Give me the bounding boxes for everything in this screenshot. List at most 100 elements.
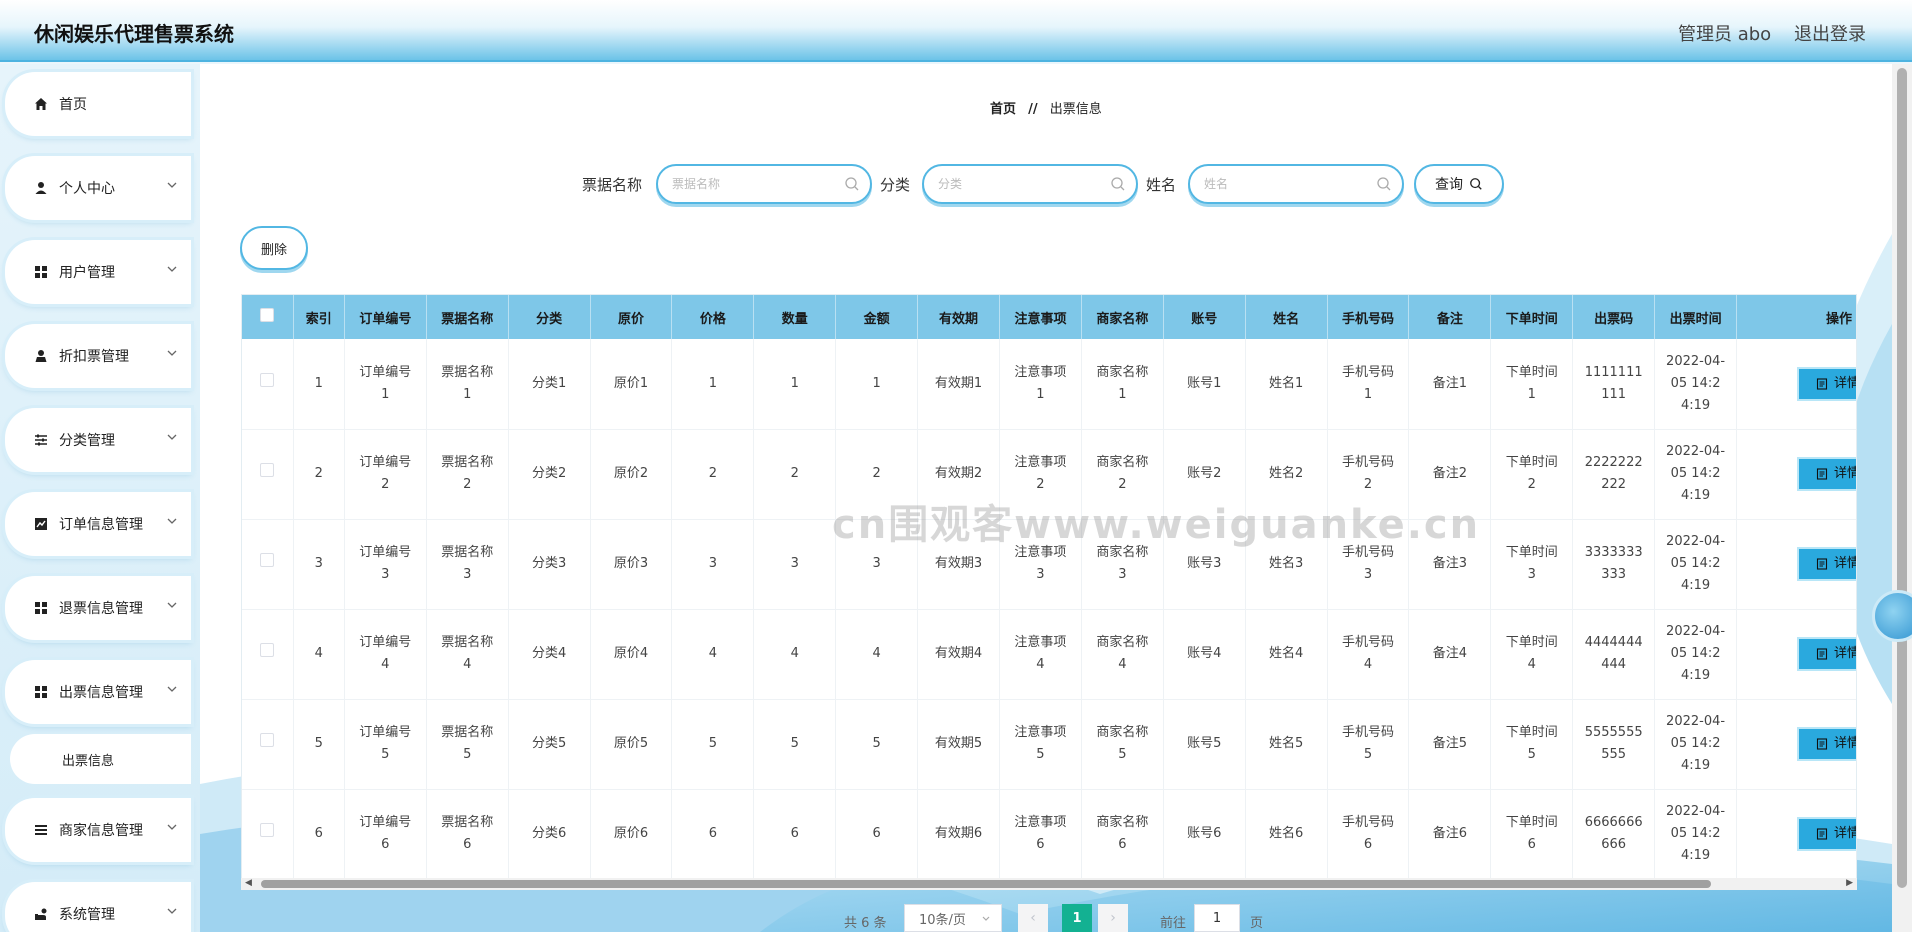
row-select-cell [242,429,294,520]
detail-button[interactable]: 详情 [1797,817,1856,851]
cell-value: 5555555555 [1584,725,1643,762]
column-header: 备注 [1408,295,1492,339]
table-cell: 3 [293,519,345,610]
page-size-select[interactable]: 10条/页 [904,904,1002,932]
document-icon [1816,468,1828,480]
cell-value: 订单编号4 [359,635,412,672]
search-icon [1377,177,1391,191]
current-page-button[interactable]: 1 [1062,904,1092,932]
ticket-name-input[interactable] [672,174,832,194]
table-cell: 姓名6 [1245,789,1328,880]
cell-value: 3 [708,556,718,571]
cell-value: 下单时间4 [1505,635,1558,672]
table-cell: 有效期2 [917,429,1000,520]
goto-page-input[interactable] [1194,904,1240,932]
cell-value: 注意事项5 [1014,725,1067,762]
grid-icon [33,600,49,616]
table-cell: 备注6 [1408,789,1492,880]
chevron-down-icon [167,350,177,356]
table-cell: 分类5 [508,699,591,790]
cell-value: 6 [872,826,881,841]
logout-link[interactable]: 退出登录 [1794,20,1866,46]
table-cell: 下单时间2 [1490,429,1574,520]
column-header: 注意事项 [999,295,1082,339]
scrollbar-thumb[interactable] [261,880,1711,888]
cell-value: 票据名称4 [441,635,494,672]
table-cell: 订单编号4 [344,609,427,700]
table-cell: 6 [753,789,837,880]
row-checkbox[interactable] [260,463,275,477]
scroll-left-icon[interactable]: ◀ [245,878,252,888]
document-icon [1816,738,1828,750]
chevron-down-icon [167,266,177,272]
table-cell: 原价1 [590,339,673,430]
scroll-right-icon[interactable]: ▶ [1846,878,1853,888]
delete-button[interactable]: 删除 [240,226,308,270]
cell-value: 分类6 [531,826,567,841]
horizontal-scrollbar[interactable]: ◀ ▶ [241,878,1857,890]
column-header: 票据名称 [426,295,509,339]
row-actions-cell: 详情 [1736,519,1856,610]
admin-label: 管理员 abo [1678,24,1772,45]
category-input[interactable] [938,174,1098,194]
name-input[interactable] [1204,174,1364,194]
detail-button[interactable]: 详情 [1797,547,1856,581]
sidebar-item-order-management[interactable]: 订单信息管理 [5,492,191,556]
detail-button[interactable]: 详情 [1797,637,1856,671]
row-checkbox[interactable] [260,372,275,387]
table-cell: 票据名称4 [426,609,509,700]
select-all-checkbox[interactable] [260,308,275,322]
detail-button[interactable]: 详情 [1797,727,1856,761]
ticket-name-search [656,164,872,204]
data-table: 索引 订单编号 票据名称 分类 原价 价格 数量 金额 有效期 注意事项 商家名… [241,294,1857,890]
cell-value: 原价4 [613,646,649,661]
sidebar-item-label: 系统管理 [59,907,115,923]
sidebar-item-category-management[interactable]: 分类管理 [5,408,191,472]
table-cell: 订单编号1 [344,339,427,430]
query-button[interactable]: 查询 [1414,164,1504,204]
name-search [1188,164,1404,204]
cell-value: 2 [872,466,881,481]
cell-value: 6 [790,826,799,841]
sidebar-item-user-management[interactable]: 用户管理 [5,240,191,304]
cell-value: 订单编号6 [359,815,412,852]
sidebar-item-merchant-management[interactable]: 商家信息管理 [5,798,191,862]
cell-value: 订单编号5 [359,725,412,762]
next-page-button[interactable]: › [1098,904,1128,932]
cell-value: 账号4 [1187,646,1222,661]
row-checkbox[interactable] [260,733,275,747]
table-cell: 3333333333 [1572,519,1656,610]
sidebar-item-label: 订单信息管理 [59,517,143,533]
sidebar-item-home[interactable]: 首页 [5,72,191,136]
cell-value: 1 [708,375,718,391]
cell-value: 订单编号1 [359,364,412,402]
prev-page-button[interactable]: ‹ [1018,904,1048,932]
cell-value: 备注1 [1432,375,1468,391]
table-cell: 手机号码3 [1327,519,1410,610]
column-header: 手机号码 [1327,295,1410,339]
breadcrumb-home[interactable]: 首页 [990,102,1016,117]
scrollbar-thumb[interactable] [1897,68,1907,888]
cell-value: 6666666666 [1584,815,1643,852]
sidebar-item-personal-center[interactable]: 个人中心 [5,156,191,220]
row-select-cell [242,519,294,610]
sidebar-item-system-management[interactable]: 系统管理 [5,882,191,932]
table-cell: 票据名称3 [426,519,509,610]
cell-value: 注意事项1 [1014,364,1067,402]
detail-button[interactable]: 详情 [1797,366,1856,401]
sidebar-item-discount-tickets[interactable]: 折扣票管理 [5,324,191,388]
cell-value: 2022-04-05 14:24:19 [1666,444,1726,503]
cell-value: 4 [872,646,881,661]
row-checkbox[interactable] [260,553,275,567]
submenu-item-ticket-issue-info[interactable]: 出票信息 [10,734,191,784]
sidebar-item-refund-management[interactable]: 退票信息管理 [5,576,191,640]
vertical-scrollbar[interactable] [1892,64,1912,932]
row-checkbox[interactable] [260,643,275,657]
table-row: 5 订单编号5 票据名称5 分类5 原价5 5 5 5 有效期5 注意事项5 商家名称5 账号5 姓名5… [242,699,1856,790]
detail-button[interactable]: 详情 [1797,457,1856,491]
cell-value: 注意事项3 [1014,545,1067,582]
row-checkbox[interactable] [260,823,275,837]
column-header: 分类 [508,295,591,339]
app-title: 休闲娱乐代理售票系统 [34,22,234,46]
sidebar-item-ticket-issue-management[interactable]: 出票信息管理 [5,660,191,724]
